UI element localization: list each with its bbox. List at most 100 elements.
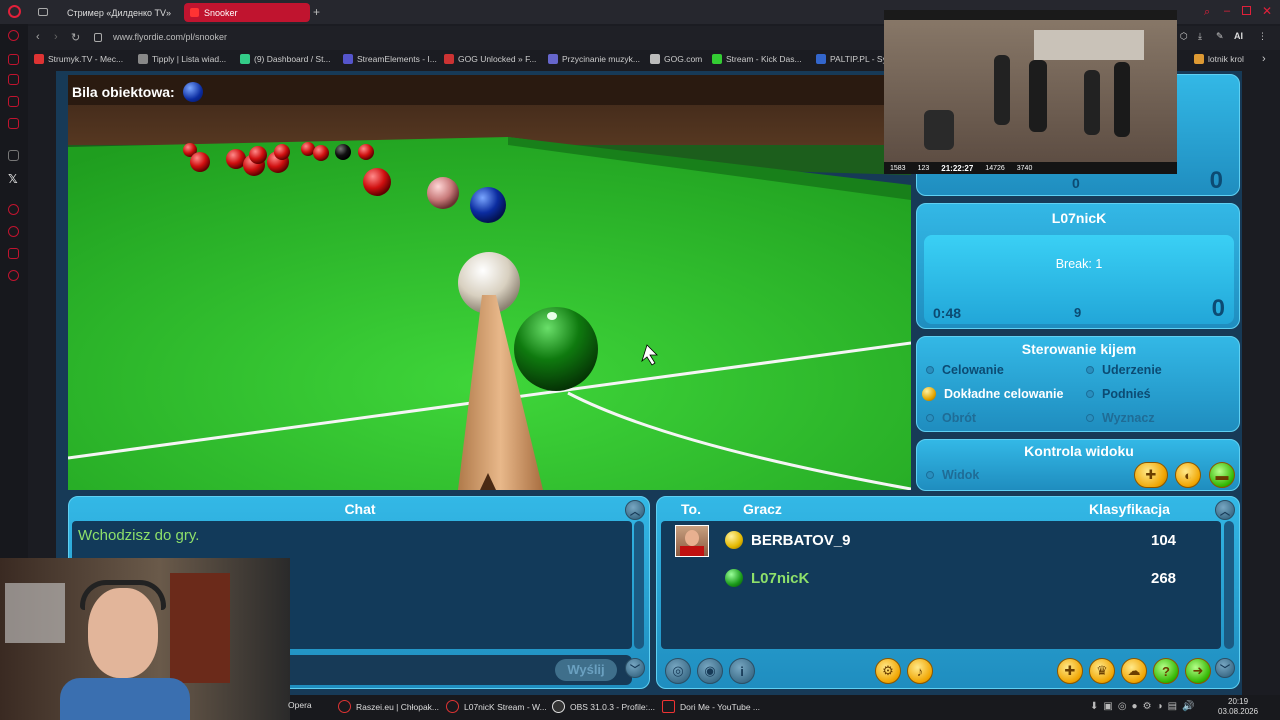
settings-icon[interactable] — [8, 270, 19, 281]
gear-icon[interactable]: ⚙ — [875, 658, 901, 684]
bookmark-item[interactable]: StreamElements - I... — [343, 54, 437, 64]
add-icon[interactable]: ✚ — [1057, 658, 1083, 684]
table-row[interactable]: BERBATOV_9 104 — [661, 523, 1211, 559]
chevron-up-icon[interactable]: ︿ — [1215, 500, 1235, 520]
person-figure — [1114, 62, 1130, 137]
url-input[interactable]: www.flyordie.com/pl/snooker — [113, 32, 227, 42]
player-rating: 104 — [1151, 532, 1177, 549]
new-tab-button[interactable]: + — [313, 5, 320, 19]
bookmark-item[interactable]: Przycinanie muzyk... — [548, 54, 640, 64]
taskbar-item[interactable]: Opera — [288, 700, 312, 710]
tab-snooker[interactable]: Snooker — [184, 3, 310, 22]
cue-control-panel: Sterowanie kijem Celowanie Uderzenie Dok… — [916, 336, 1240, 432]
taskbar-item[interactable]: L07nicK Stream - W... — [446, 700, 547, 713]
option-strike[interactable]: Uderzenie — [1086, 363, 1162, 377]
clock[interactable]: 20:19 03.08.2026 — [1218, 697, 1258, 717]
sidebar-percent-icon[interactable] — [8, 150, 19, 161]
forward-icon[interactable]: › — [54, 31, 58, 43]
profile-icon[interactable]: ◉ — [697, 658, 723, 684]
bookmark-label: Strumyk.TV - Mec... — [48, 54, 124, 64]
workspace-icon[interactable] — [38, 8, 48, 16]
chevron-down-icon[interactable]: ﹀ — [1215, 658, 1235, 678]
bookmark-item[interactable]: GOG Unlocked » F... — [444, 54, 536, 64]
x-icon[interactable]: 𝕏 — [8, 172, 18, 186]
sidebar-player-icon[interactable] — [8, 204, 19, 215]
option-view[interactable]: Widok — [926, 468, 979, 482]
opera-menu-icon[interactable] — [8, 5, 21, 18]
extensions-icon[interactable]: ⬡ — [1180, 31, 1188, 42]
send-button[interactable]: Wyślij — [555, 659, 617, 681]
clock-date: 03.08.2026 — [1218, 707, 1259, 716]
chevron-down-icon[interactable]: ﹀ — [625, 658, 645, 678]
top-view-button[interactable]: ▬ — [1209, 462, 1235, 488]
bookmark-item[interactable]: PALTIP.PL - Sy — [816, 54, 887, 64]
zoom-view-button[interactable]: ✚ — [1134, 462, 1168, 488]
menu-icon[interactable]: ⋮ — [1258, 31, 1267, 42]
option-raise[interactable]: Podnieś — [1086, 387, 1151, 401]
system-tray-icons[interactable]: ⬇▣◎●⚙◑▤🔊 — [1090, 701, 1200, 712]
lock-icon — [94, 33, 102, 42]
radio-icon — [1086, 414, 1094, 422]
bookmark-item[interactable]: Strumyk.TV - Mec... — [34, 54, 123, 64]
speaker-icon[interactable]: ♪ — [907, 658, 933, 684]
option-rotate[interactable]: Obrót — [926, 411, 976, 425]
object-ball-indicator: Bila obiektowa: — [72, 82, 203, 102]
bookmark-favicon-icon — [712, 54, 722, 64]
stat-value: 123 — [917, 164, 930, 172]
info-icon[interactable]: ◎ — [665, 658, 691, 684]
bookmark-label: Tipply | Lista wiad... — [152, 54, 227, 64]
lock-icon[interactable]: i — [729, 658, 755, 684]
player-list-scrollbar[interactable] — [1224, 521, 1234, 649]
radio-icon — [1086, 390, 1094, 398]
sidebar-app-icon[interactable] — [8, 96, 19, 107]
snooker-table[interactable] — [68, 75, 911, 490]
bookmark-label: StreamElements - I... — [357, 54, 437, 64]
snapshot-icon[interactable]: ✎ — [1216, 31, 1224, 42]
opera-logo-icon[interactable] — [8, 30, 19, 41]
taskbar-item[interactable]: Raszei.eu | Chłopak... — [338, 700, 439, 713]
reload-icon[interactable]: ↻ — [71, 31, 80, 44]
chevron-right-icon[interactable]: › — [1262, 53, 1266, 65]
streamer-webcam — [0, 558, 290, 720]
ai-button[interactable]: AI — [1234, 31, 1243, 41]
help-icon[interactable]: ? — [1153, 658, 1179, 684]
minimize-icon[interactable]: – — [1224, 5, 1230, 17]
chat-scrollbar[interactable] — [634, 521, 644, 649]
history-icon[interactable] — [8, 226, 19, 237]
search-icon[interactable]: ⌕ — [1204, 6, 1210, 19]
bookmark-label: GOG Unlocked » F... — [458, 54, 537, 64]
option-precise-aiming[interactable]: Dokładne celowanie — [922, 387, 1063, 401]
sidebar-app-icon[interactable] — [8, 118, 19, 129]
taskbar: Opera Raszei.eu | Chłopak... L07nicK Str… — [288, 695, 1280, 720]
radio-icon — [926, 471, 934, 479]
exit-icon[interactable]: ➜ — [1185, 658, 1211, 684]
tab-dildenko[interactable]: Стример «Дилденко TV» — [56, 3, 178, 22]
player-name: L07nicK — [751, 570, 810, 587]
maximize-icon[interactable] — [1242, 6, 1251, 15]
bookmark-item[interactable]: GOG.com — [650, 54, 702, 64]
taskbar-item[interactable]: Dori Me - YouTube ... — [662, 700, 760, 713]
back-icon[interactable]: ‹ — [36, 31, 40, 43]
bookmark-item[interactable]: Tipply | Lista wiad... — [138, 54, 226, 64]
option-aiming[interactable]: Celowanie — [926, 363, 1004, 377]
chevron-up-icon[interactable]: ︿ — [625, 500, 645, 520]
sidebar-app-icon[interactable] — [8, 54, 19, 65]
close-icon[interactable]: ✕ — [1262, 4, 1272, 18]
taskbar-item[interactable]: OBS 31.0.3 - Profile:... — [552, 700, 655, 713]
tab-label: Snooker — [204, 7, 238, 18]
bookmark-item[interactable]: lotnik krol — [1194, 54, 1244, 64]
column-header-to: To. — [681, 501, 701, 517]
rotate-view-button[interactable]: ◐ — [1175, 462, 1201, 488]
bookmark-item[interactable]: Stream - Kick Das... — [712, 54, 802, 64]
bookmark-item[interactable]: (9) Dashboard / St... — [240, 54, 331, 64]
option-set[interactable]: Wyznacz — [1086, 411, 1155, 425]
table-row[interactable]: L07nicK 268 — [661, 561, 1211, 597]
sidebar-app-icon[interactable] — [8, 248, 19, 259]
chat-bubble-icon[interactable]: ☁ — [1121, 658, 1147, 684]
sidebar-messenger-icon[interactable] — [8, 74, 19, 85]
bookmark-favicon-icon — [650, 54, 660, 64]
stat-value: 1583 — [890, 164, 906, 172]
download-icon[interactable]: ⤓ — [1198, 31, 1202, 42]
trophy-icon[interactable]: ♛ — [1089, 658, 1115, 684]
radio-selected-icon — [922, 387, 936, 401]
